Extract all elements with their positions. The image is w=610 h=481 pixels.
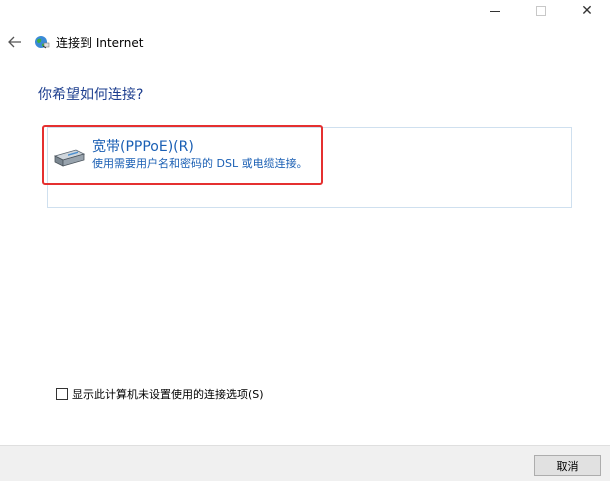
option-text: 宽带(PPPoE)(R) 使用需要用户名和密码的 DSL 或电缆连接。 bbox=[92, 136, 308, 172]
show-unconfigured-options-checkbox[interactable] bbox=[56, 388, 68, 400]
connect-to-internet-window: ✕ 连接到 Internet 你希望如何连接? 宽带(PPPoE)(R) 使用需… bbox=[0, 0, 610, 481]
broadband-pppoe-option[interactable]: 宽带(PPPoE)(R) 使用需要用户名和密码的 DSL 或电缆连接。 bbox=[52, 136, 308, 172]
option-description: 使用需要用户名和密码的 DSL 或电缆连接。 bbox=[92, 157, 308, 170]
close-icon: ✕ bbox=[581, 3, 593, 19]
show-unconfigured-options-row[interactable]: 显示此计算机未设置使用的连接选项(S) bbox=[56, 386, 264, 402]
page-heading: 你希望如何连接? bbox=[38, 87, 144, 103]
maximize-icon bbox=[536, 6, 546, 16]
back-button[interactable] bbox=[6, 33, 24, 51]
window-controls: ✕ bbox=[472, 0, 610, 22]
cancel-button[interactable]: 取消 bbox=[534, 455, 601, 476]
minimize-icon bbox=[490, 10, 500, 12]
connection-option-list: 宽带(PPPoE)(R) 使用需要用户名和密码的 DSL 或电缆连接。 bbox=[47, 127, 572, 208]
back-arrow-icon bbox=[8, 36, 21, 48]
checkbox-label: 显示此计算机未设置使用的连接选项(S) bbox=[72, 388, 264, 401]
window-title: 连接到 Internet bbox=[56, 35, 144, 50]
minimize-button[interactable] bbox=[472, 0, 518, 22]
footer-bar: 取消 bbox=[0, 445, 610, 481]
close-button[interactable]: ✕ bbox=[564, 0, 610, 22]
option-title: 宽带(PPPoE)(R) bbox=[92, 139, 194, 155]
network-globe-icon bbox=[35, 36, 50, 49]
nav-header: 连接到 Internet bbox=[6, 33, 143, 51]
maximize-button[interactable] bbox=[518, 0, 564, 22]
modem-icon bbox=[53, 149, 86, 167]
